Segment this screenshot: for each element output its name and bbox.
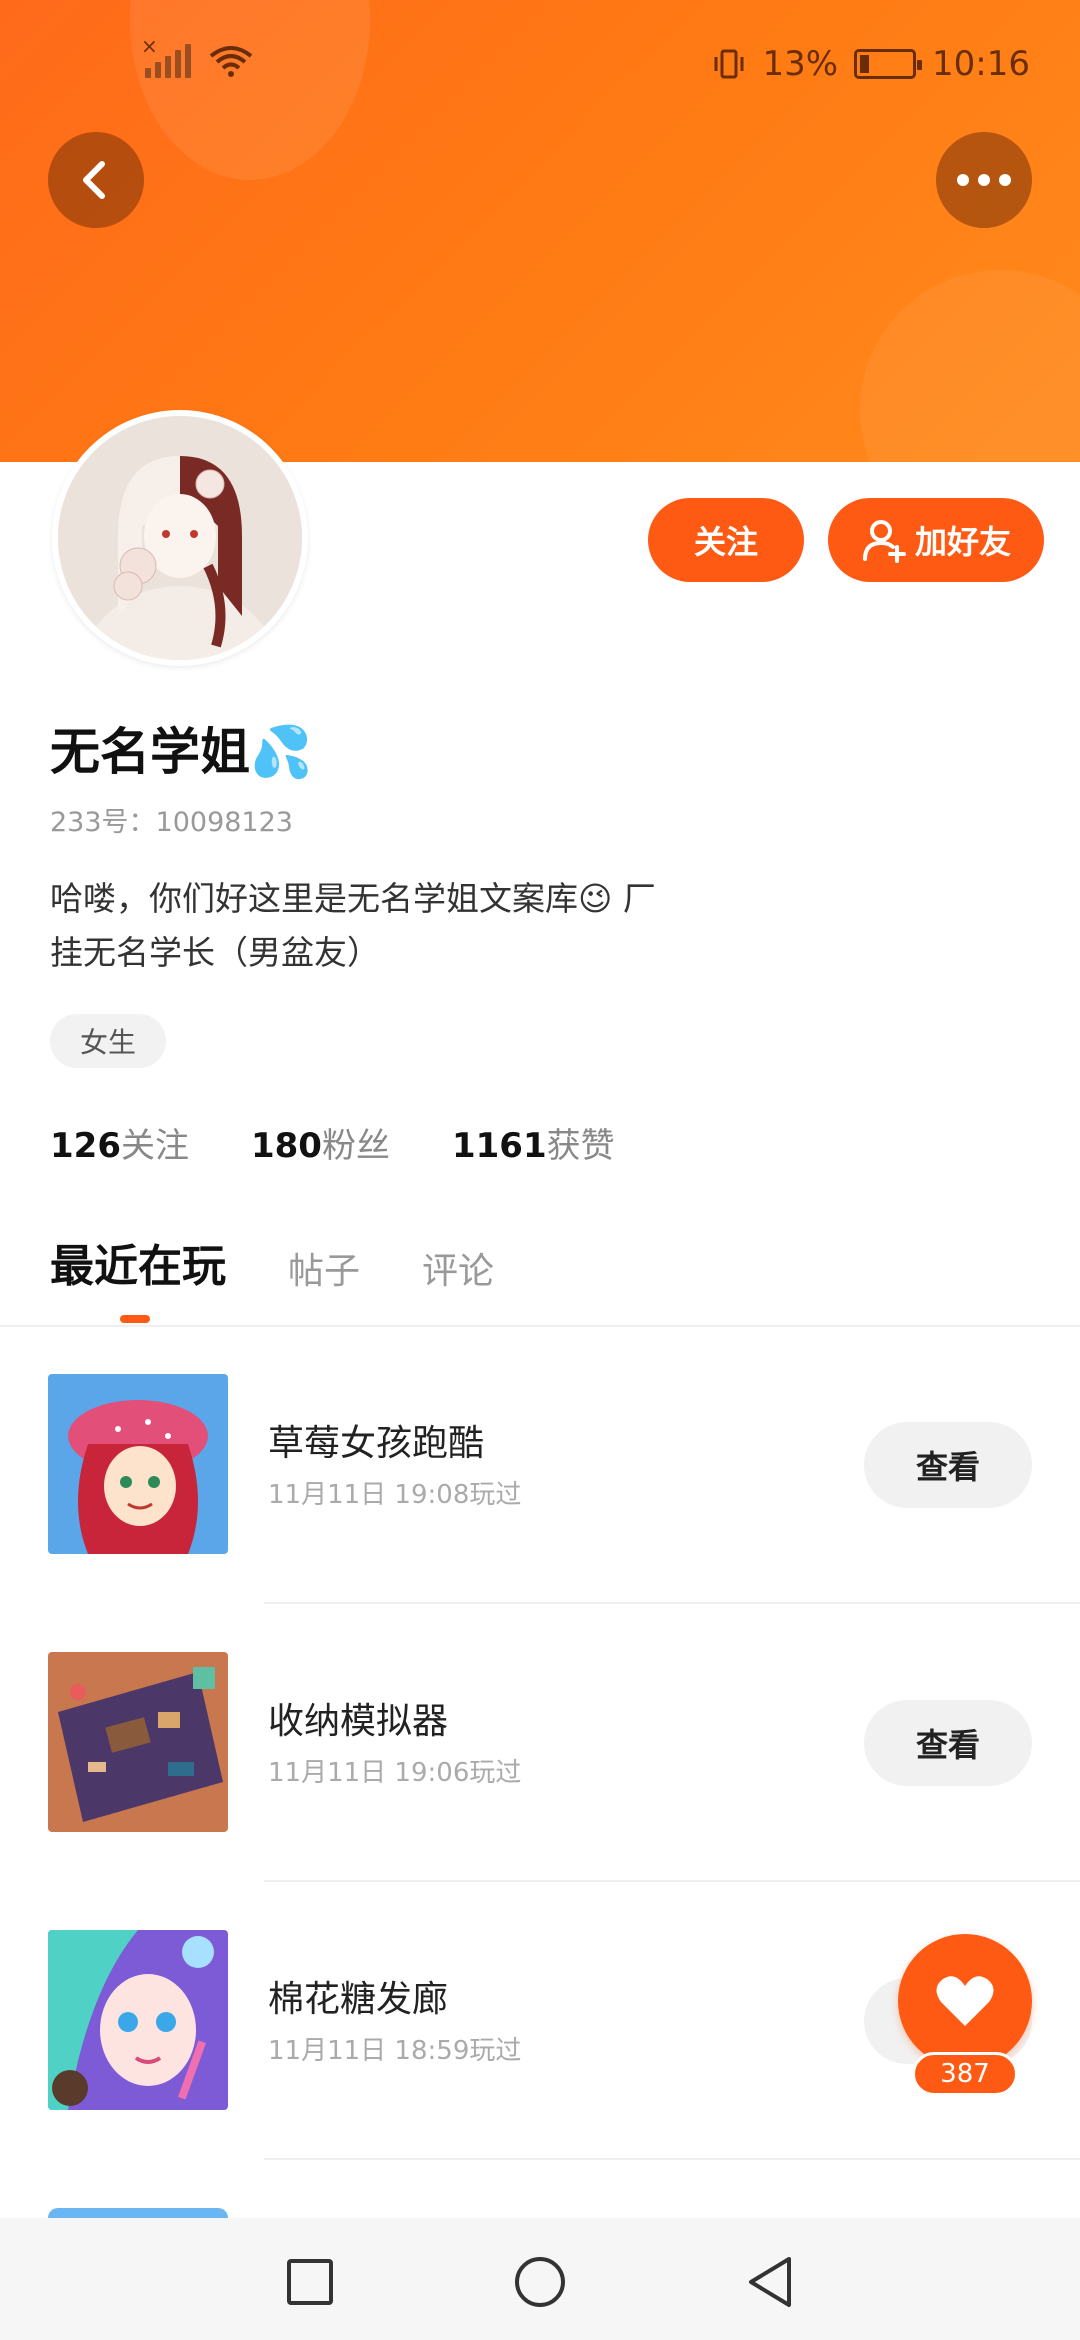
system-navigation-bar	[0, 2218, 1080, 2340]
battery-icon	[854, 49, 923, 79]
stat-label: 关注	[120, 1126, 189, 1166]
add-user-icon	[862, 520, 906, 563]
follow-label: 关注	[693, 523, 758, 561]
stat-label: 获赞	[546, 1126, 615, 1166]
bio-line: 哈喽，你们好这里是无名学姐文案库😉 厂	[50, 879, 656, 918]
profile-stats: 126关注 180粉丝 1161获赞	[50, 1118, 615, 1167]
view-button[interactable]: 查看	[864, 1422, 1032, 1508]
profile-name-row: 无名学姐💦	[50, 712, 312, 784]
game-thumbnail[interactable]	[48, 1930, 228, 2110]
game-icon-salon	[48, 1930, 228, 2110]
list-item[interactable]: 草莓女孩跑酷 11月11日 19:08玩过 查看	[0, 1326, 1080, 1604]
tab-comments[interactable]: 评论	[422, 1242, 494, 1294]
wifi-icon	[209, 46, 253, 77]
recents-button[interactable]	[280, 2252, 340, 2312]
more-dots-icon	[957, 174, 1011, 186]
add-friend-button[interactable]: 加好友	[828, 498, 1044, 582]
tab-recently-played[interactable]: 最近在玩	[50, 1230, 226, 1294]
avatar-illustration	[58, 416, 302, 660]
avatar[interactable]	[52, 410, 308, 666]
signal-icon: ×	[141, 34, 191, 78]
game-title: 收纳模拟器	[268, 1701, 449, 1742]
triangle-back-icon	[749, 2257, 791, 2307]
stat-likes[interactable]: 1161获赞	[452, 1118, 615, 1167]
profile-tabs: 最近在玩 帖子 评论	[50, 1230, 494, 1294]
stat-number: 1161	[451, 1126, 547, 1166]
like-count: 387	[912, 2052, 1018, 2096]
banner-decoration	[860, 270, 1080, 462]
back-nav-button[interactable]	[740, 2252, 800, 2312]
view-button[interactable]: 查看	[864, 1700, 1032, 1786]
game-title: 草莓女孩跑酷	[268, 1423, 485, 1464]
back-button[interactable]	[48, 132, 144, 228]
user-id: 233号：10098123	[50, 807, 293, 838]
follow-button[interactable]: 关注	[648, 498, 804, 582]
circle-icon	[515, 2257, 565, 2307]
divider	[264, 2158, 1080, 2160]
profile-bio: 哈喽，你们好这里是无名学姐文案库😉 厂 挂无名学长（男盆友）	[50, 872, 750, 980]
add-friend-label: 加好友	[914, 523, 1011, 561]
tab-indicator	[120, 1315, 150, 1323]
more-button[interactable]	[936, 132, 1032, 228]
game-thumbnail[interactable]	[48, 1374, 228, 1554]
battery-percent: 13%	[762, 44, 839, 84]
home-button[interactable]	[510, 2252, 570, 2312]
square-icon	[287, 2259, 333, 2305]
bio-line: 挂无名学长（男盆友）	[50, 933, 380, 972]
game-thumbnail[interactable]	[48, 1652, 228, 1832]
game-icon-strawberry	[48, 1374, 228, 1554]
status-bar: × 13% 10:16	[0, 0, 1080, 130]
stat-number: 180	[250, 1126, 322, 1166]
heart-icon	[936, 1976, 994, 2026]
game-icon-storage	[48, 1652, 228, 1832]
vibrate-icon	[714, 49, 744, 79]
clock: 10:16	[932, 44, 1030, 84]
gender-tag: 女生	[50, 1014, 167, 1068]
tab-posts[interactable]: 帖子	[288, 1242, 360, 1294]
stat-followers[interactable]: 180粉丝	[251, 1118, 390, 1167]
played-time: 11月11日 19:06玩过	[268, 1758, 522, 1788]
like-button[interactable]	[898, 1934, 1032, 2068]
stat-number: 126	[50, 1126, 121, 1166]
chevron-left-icon	[83, 161, 105, 199]
stat-label: 粉丝	[321, 1126, 390, 1166]
profile-name: 无名学姐💦	[50, 723, 313, 781]
list-item[interactable]: 收纳模拟器 11月11日 19:06玩过 查看	[0, 1604, 1080, 1882]
stat-following[interactable]: 126关注	[50, 1118, 189, 1167]
game-title: 棉花糖发廊	[268, 1979, 449, 2020]
played-time: 11月11日 19:08玩过	[268, 1480, 522, 1510]
played-time: 11月11日 18:59玩过	[268, 2036, 522, 2066]
